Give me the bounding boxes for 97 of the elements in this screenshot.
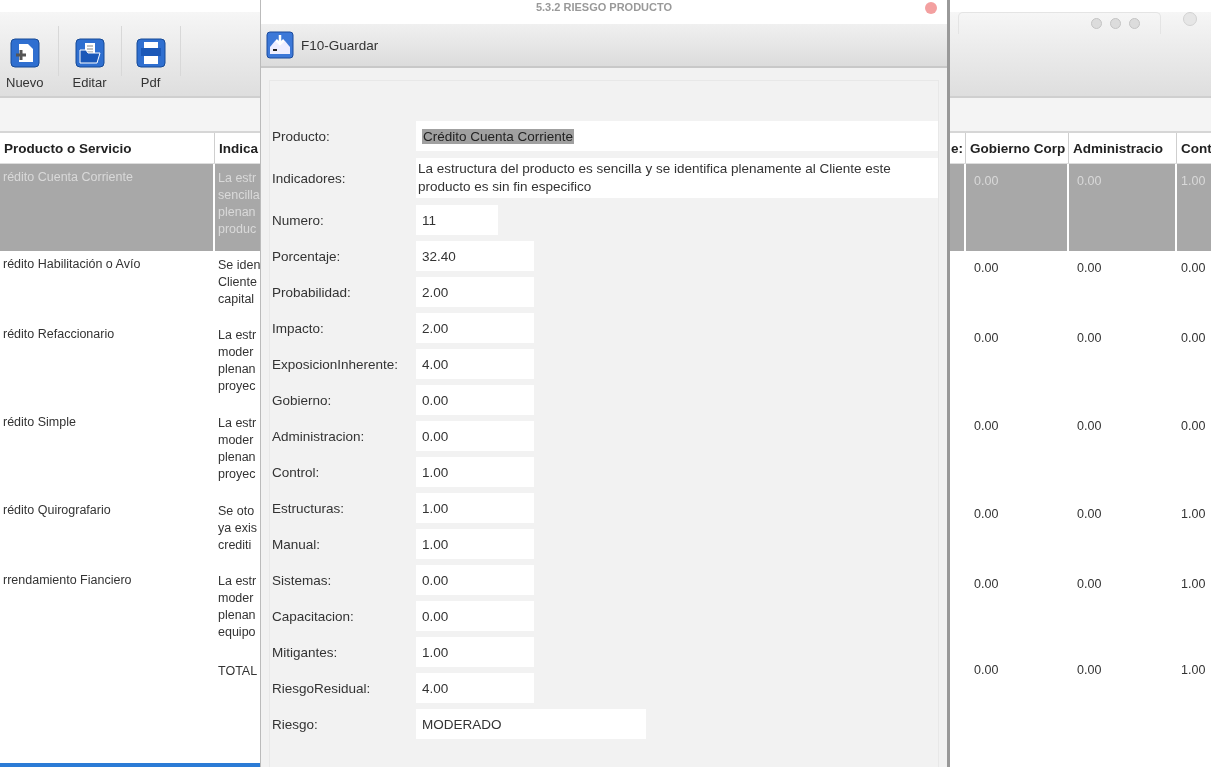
table-row[interactable]: TOTAL: [0, 653, 260, 693]
toolbar-button[interactable]: Nuevo: [6, 38, 52, 90]
table-cell: 0.00: [1181, 331, 1206, 345]
toolbar-button[interactable]: Pdf: [127, 38, 174, 90]
table-cell-line: moder: [218, 344, 255, 361]
table-row[interactable]: 0.00 0.00 1.00: [950, 497, 1211, 567]
table-cell: 0.00: [1077, 419, 1102, 433]
table-cell-line: Se iden: [218, 257, 260, 274]
close-button[interactable]: [925, 2, 937, 14]
table-cell: rédito Quirografario: [3, 503, 111, 517]
table-cell: 0.00: [1077, 663, 1102, 677]
input-field[interactable]: MODERADO: [416, 709, 646, 739]
table-cell-line: Se oto: [218, 503, 256, 520]
input-field[interactable]: 1.00: [416, 457, 534, 487]
input-field[interactable]: 2.00: [416, 313, 534, 343]
table-row[interactable]: 0.00 0.00 0.00: [950, 409, 1211, 497]
field-label: Porcentaje:: [272, 248, 342, 264]
table-cell-line: moder: [218, 432, 255, 449]
field-label: Manual:: [272, 536, 322, 552]
table-cell: 0.00: [974, 663, 999, 677]
table-cell-line: La estr: [218, 573, 258, 590]
table-cell: 0.00: [974, 261, 999, 275]
input-field[interactable]: 1.00: [416, 529, 534, 559]
table-cell: 0.00: [974, 577, 999, 591]
field-label: Mitigantes:: [272, 644, 339, 660]
table-row[interactable]: 0.00 0.00 0.00: [950, 321, 1211, 409]
field-label: Indicadores:: [272, 170, 347, 186]
input-field[interactable]: 0.00: [416, 601, 534, 631]
field-label: Riesgo:: [272, 716, 319, 732]
table-row[interactable]: rédito Quirografario Se oto ya exis crediti: [0, 497, 260, 567]
table-cell: 0.00: [1077, 577, 1102, 591]
field-label: ExposicionInherente:: [272, 356, 400, 372]
window-title: 5.3.2 RIESGO PRODUCTO: [535, 1, 673, 13]
field-label: Probabilidad:: [272, 284, 352, 300]
table-cell: rrendamiento Fianciero: [3, 573, 132, 587]
input-field[interactable]: La estructura del producto es sencilla y se identifica plenamente al Cliente este producto es sin fin especifico: [416, 158, 938, 198]
input-field[interactable]: 0.00: [416, 385, 534, 415]
table-cell-line: proyec: [218, 378, 257, 395]
table-row[interactable]: 0.00 0.00 1.00: [950, 653, 1211, 693]
table-row[interactable]: rédito Refaccionario La estr moder plenan proyec: [0, 321, 260, 409]
table-cell: 0.00: [1077, 331, 1102, 345]
table-cell-line: plenan: [218, 607, 257, 624]
new-document-icon: [9, 38, 40, 68]
field-label: Producto:: [272, 128, 331, 144]
column-header[interactable]: e:: [950, 133, 966, 163]
table-row[interactable]: rrendamiento Fianciero La estr moder plenan equipo: [0, 567, 260, 653]
table-cell-line: plenan: [218, 361, 257, 378]
table-row[interactable]: rédito Habilitación o Avío Se iden Cliente capital: [0, 251, 260, 321]
table-cell-line: La estr: [218, 415, 258, 432]
table-cell: 1.00: [1181, 507, 1206, 521]
table-cell-line: capital: [218, 291, 256, 308]
table-cell-line: equipo: [218, 624, 257, 641]
table-cell-line: plenan: [218, 449, 257, 466]
input-field[interactable]: 0.00: [416, 421, 534, 451]
input-field[interactable]: 0.00: [416, 565, 534, 595]
save-button[interactable]: F10-Guardar: [266, 31, 379, 59]
table-cell: 0.00: [974, 507, 999, 521]
field-label: Capacitacion:: [272, 608, 355, 624]
field-label: Impacto:: [272, 320, 325, 336]
field-label: RiesgoResidual:: [272, 680, 372, 696]
field-label: Sistemas:: [272, 572, 333, 588]
input-field[interactable]: Crédito Cuenta Corriente: [416, 121, 938, 151]
toolbar-button[interactable]: Editar: [64, 38, 115, 90]
table-cell: 0.00: [974, 331, 999, 345]
input-field[interactable]: 4.00: [416, 349, 534, 379]
table-cell: 0.00: [1181, 261, 1206, 275]
input-field[interactable]: 1.00: [416, 493, 534, 523]
table-cell-line: Cliente: [218, 274, 258, 291]
table-cell-line: moder: [218, 590, 255, 607]
field-label: Gobierno:: [272, 392, 333, 408]
table-cell: 1.00: [1181, 663, 1206, 677]
table-row[interactable]: rédito Simple La estr moder plenan proyec: [0, 409, 260, 497]
table-cell: rédito Habilitación o Avío: [3, 257, 141, 271]
table-cell-line: proyec: [218, 466, 257, 483]
table-cell-line: La estr: [218, 327, 258, 344]
table-cell: rédito Simple: [3, 415, 76, 429]
table-cell: 0.00: [1181, 419, 1206, 433]
table-cell: 0.00: [974, 419, 999, 433]
table-cell-line: ya exis: [218, 520, 258, 537]
field-label: Administracion:: [272, 428, 366, 444]
input-field[interactable]: 1.00: [416, 637, 534, 667]
table-cell-line: TOTAL: [218, 663, 259, 680]
table-cell: 0.00: [1077, 261, 1102, 275]
input-field[interactable]: 2.00: [416, 277, 534, 307]
field-label: Estructuras:: [272, 500, 346, 516]
table-row[interactable]: 0.00 0.00 0.00: [950, 251, 1211, 321]
field-label: Control:: [272, 464, 321, 480]
table-cell: 1.00: [1181, 577, 1206, 591]
input-field[interactable]: 4.00: [416, 673, 534, 703]
table-row[interactable]: 0.00 0.00 1.00: [950, 567, 1211, 653]
table-cell: rédito Refaccionario: [3, 327, 115, 341]
table-cell-line: crediti: [218, 537, 253, 554]
input-field[interactable]: 11: [416, 205, 498, 235]
field-label: Numero:: [272, 212, 325, 228]
table-cell: 0.00: [1077, 507, 1102, 521]
folder-document-icon: [74, 38, 105, 68]
input-field[interactable]: 32.40: [416, 241, 534, 271]
